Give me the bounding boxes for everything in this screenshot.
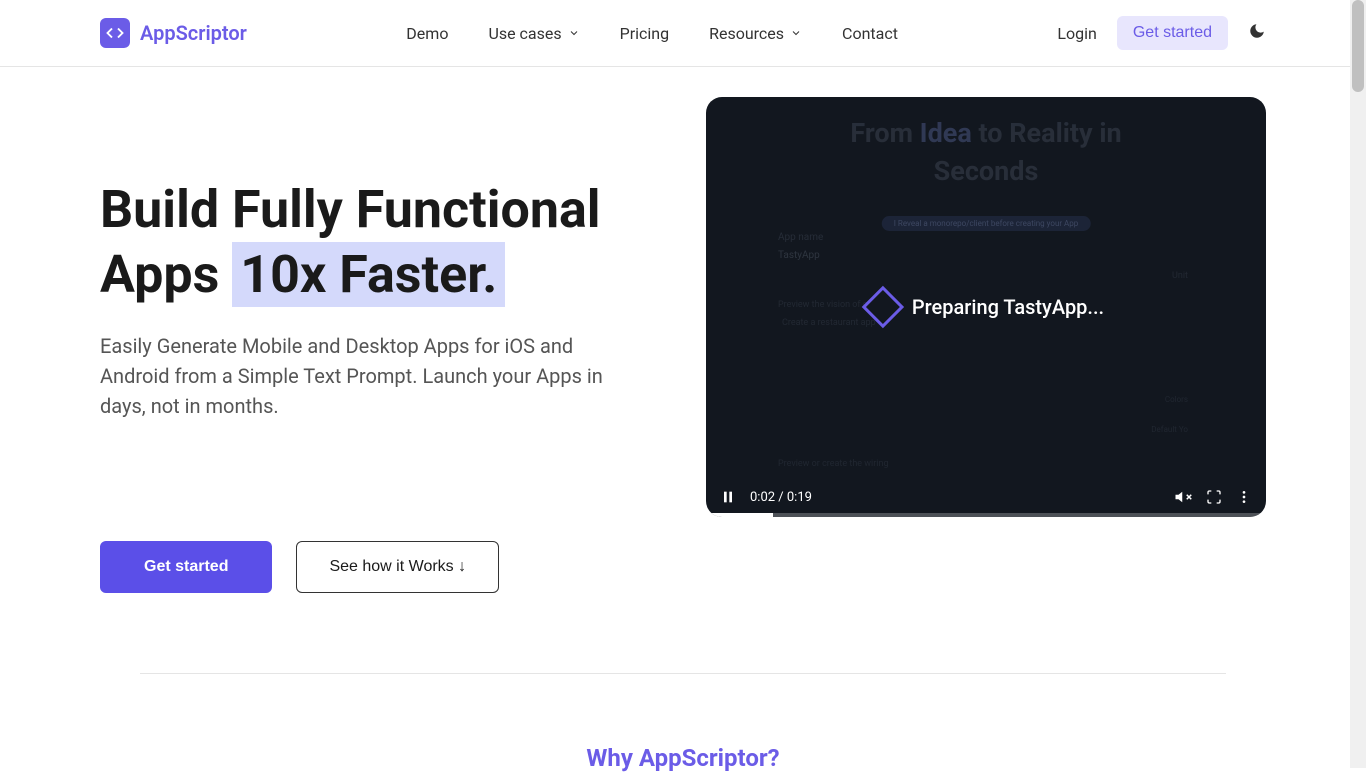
hero-get-started-button[interactable]: Get started <box>100 541 272 593</box>
nav-label: Use cases <box>488 24 561 43</box>
video-bg-title: From Idea to Reality in Seconds <box>706 115 1266 191</box>
fullscreen-icon <box>1206 489 1222 505</box>
video-time: 0:02 / 0:19 <box>750 490 812 505</box>
pause-icon <box>720 489 736 505</box>
video-controls: 0:02 / 0:19 <box>706 477 1266 517</box>
nav-use-cases[interactable]: Use cases <box>488 24 579 43</box>
demo-video[interactable]: From Idea to Reality in Seconds I Reveal… <box>706 97 1266 517</box>
nav-resources[interactable]: Resources <box>709 24 802 43</box>
hero-content: Build Fully Functional Apps 10x Faster. … <box>100 97 646 593</box>
video-menu-button[interactable] <box>1236 489 1252 505</box>
hero-subtitle: Easily Generate Mobile and Desktop Apps … <box>100 331 646 421</box>
nav-label: Pricing <box>620 24 670 43</box>
logo-text: AppScriptor <box>140 21 247 45</box>
header-actions: Login Get started <box>1057 16 1266 50</box>
pause-button[interactable] <box>720 489 736 505</box>
moon-icon <box>1248 22 1266 40</box>
main-nav: Demo Use cases Pricing Resources Contact <box>406 24 898 43</box>
hero-buttons: Get started See how it Works ↓ <box>100 541 646 593</box>
see-how-it-works-button[interactable]: See how it Works ↓ <box>296 541 499 593</box>
preparing-text: Preparing TastyApp... <box>912 295 1104 319</box>
theme-toggle[interactable] <box>1248 22 1266 45</box>
video-form-label: App name <box>778 232 823 243</box>
get-started-button[interactable]: Get started <box>1117 16 1228 50</box>
video-bottom-text: Preview or create the wiring <box>778 459 889 469</box>
nav-pricing[interactable]: Pricing <box>620 24 670 43</box>
scrollbar-thumb[interactable] <box>1352 0 1364 92</box>
video-progress-fill <box>706 513 773 517</box>
hero-title: Build Fully Functional Apps 10x Faster. <box>100 177 646 307</box>
fullscreen-button[interactable] <box>1206 489 1222 505</box>
divider <box>140 673 1226 674</box>
video-form-input: TastyApp <box>778 250 820 261</box>
video-pill: I Reveal a monorepo/client before creati… <box>882 216 1091 231</box>
chevron-down-icon <box>568 27 580 39</box>
scrollbar[interactable] <box>1350 0 1366 768</box>
video-side2: Default Yo <box>1151 425 1188 434</box>
hero-title-line1: Build Fully Functional <box>100 179 601 240</box>
login-link[interactable]: Login <box>1057 24 1096 43</box>
video-side1: Colors <box>1165 395 1188 404</box>
spinner-icon <box>862 286 904 328</box>
video-form-describe: Preview the vision of e <box>778 300 868 310</box>
video-progress[interactable] <box>706 513 1266 517</box>
nav-label: Demo <box>406 24 448 43</box>
logo-icon <box>100 18 130 48</box>
mute-button[interactable] <box>1174 488 1192 506</box>
nav-demo[interactable]: Demo <box>406 24 448 43</box>
chevron-down-icon <box>790 27 802 39</box>
nav-label: Contact <box>842 24 898 43</box>
video-overlay: Preparing TastyApp... <box>868 292 1104 322</box>
video-form-content: Create a restaurant app <box>782 318 876 328</box>
hero-title-pre: Apps <box>100 244 232 305</box>
logo[interactable]: AppScriptor <box>100 18 247 48</box>
header: AppScriptor Demo Use cases Pricing Resou… <box>0 0 1366 67</box>
more-vertical-icon <box>1236 489 1252 505</box>
video-form-unit: Unit <box>1172 271 1188 281</box>
volume-muted-icon <box>1174 488 1192 506</box>
nav-contact[interactable]: Contact <box>842 24 898 43</box>
hero-title-highlight: 10x Faster. <box>232 242 505 307</box>
hero-section: Build Fully Functional Apps 10x Faster. … <box>0 67 1366 673</box>
nav-label: Resources <box>709 24 784 43</box>
